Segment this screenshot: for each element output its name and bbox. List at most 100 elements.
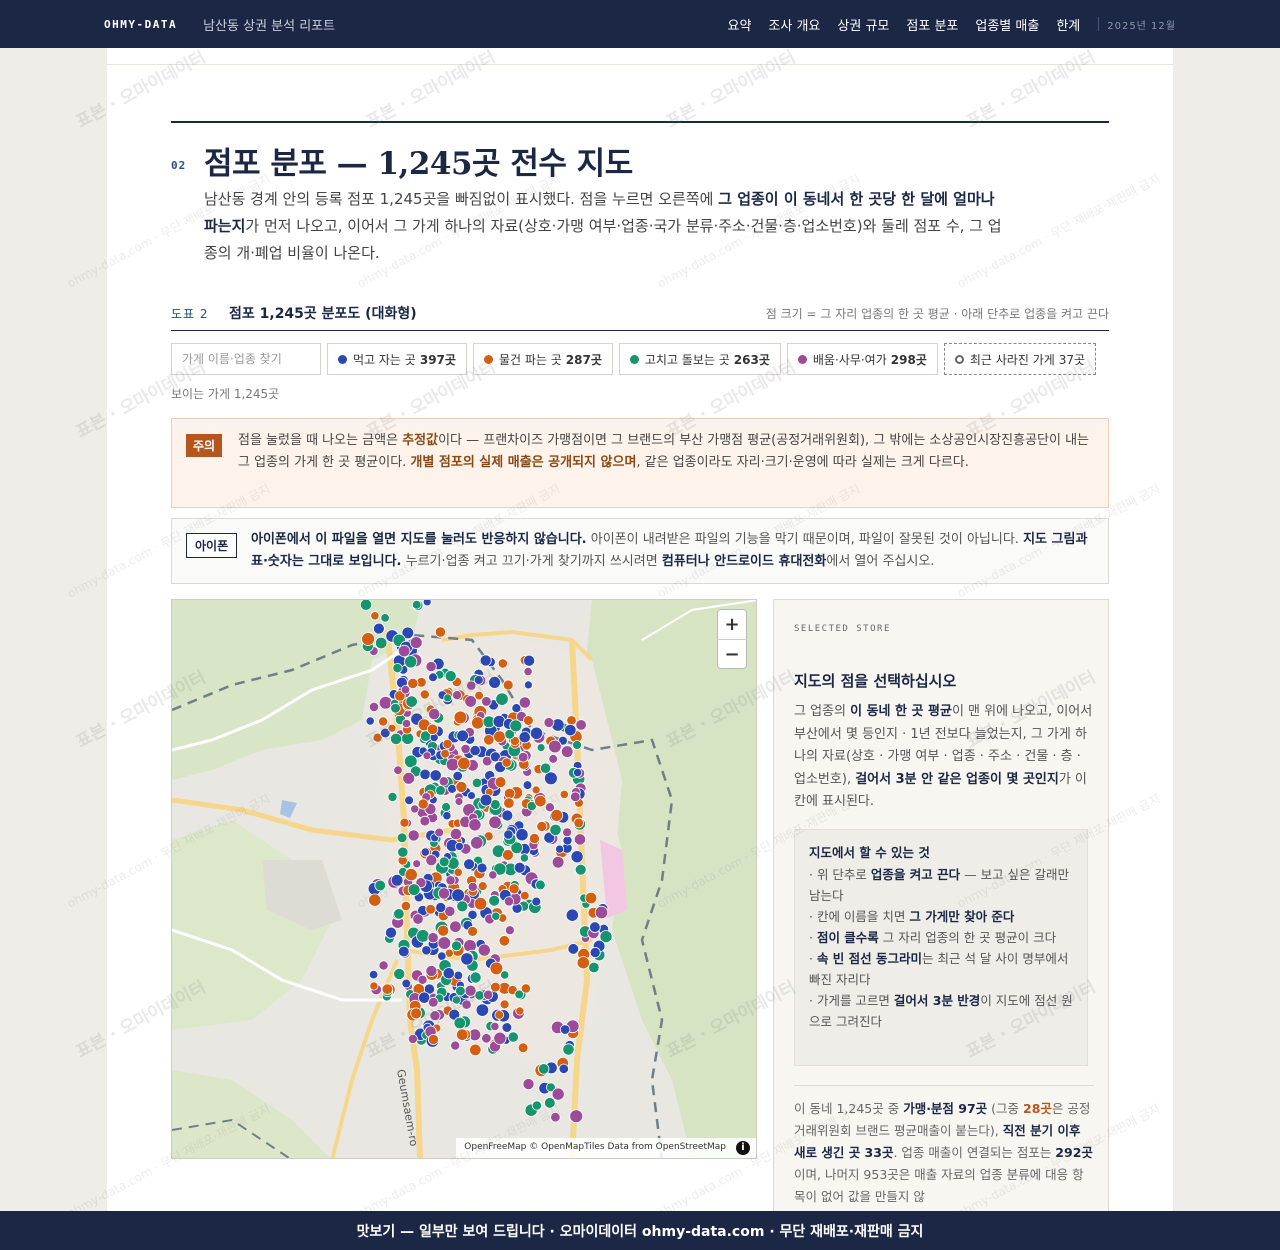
store-marker[interactable] (493, 1031, 507, 1045)
store-marker[interactable] (427, 932, 439, 944)
store-marker[interactable] (474, 990, 485, 1001)
store-marker[interactable] (412, 859, 422, 869)
store-marker[interactable] (562, 1043, 575, 1056)
store-marker[interactable] (437, 924, 450, 937)
store-marker[interactable] (390, 732, 403, 745)
store-marker[interactable] (575, 719, 587, 731)
store-marker[interactable] (440, 748, 450, 759)
store-marker[interactable] (435, 785, 446, 796)
store-marker[interactable] (374, 879, 387, 892)
store-marker[interactable] (455, 985, 466, 997)
store-marker[interactable] (378, 716, 389, 727)
store-marker[interactable] (425, 854, 438, 867)
store-marker[interactable] (589, 946, 601, 958)
store-marker[interactable] (523, 715, 534, 726)
store-marker[interactable] (491, 911, 501, 921)
store-marker[interactable] (543, 1097, 556, 1109)
store-marker[interactable] (589, 921, 601, 933)
store-marker[interactable] (562, 827, 573, 838)
store-marker[interactable] (488, 676, 502, 689)
store-marker[interactable] (451, 940, 462, 952)
filter-chip-education-office-leisure[interactable]: 배움·사무·여가 298곳 (786, 343, 938, 375)
store-marker[interactable] (562, 835, 573, 846)
store-marker[interactable] (456, 900, 469, 913)
store-marker[interactable] (456, 729, 469, 743)
store-marker[interactable] (437, 887, 451, 900)
store-marker[interactable] (372, 622, 385, 635)
store-marker[interactable] (429, 769, 442, 782)
store-marker[interactable] (393, 967, 406, 980)
store-marker[interactable] (422, 600, 432, 607)
store-marker[interactable] (445, 757, 460, 772)
store-marker[interactable] (401, 978, 412, 989)
store-marker[interactable] (425, 660, 437, 673)
store-marker[interactable] (477, 943, 491, 957)
store-marker[interactable] (400, 684, 411, 695)
nav-link-sales-by-industry[interactable]: 업종별 매출 (975, 15, 1039, 34)
store-marker[interactable] (501, 809, 514, 822)
store-marker[interactable] (573, 817, 585, 829)
store-marker[interactable] (523, 654, 536, 667)
store-marker[interactable] (368, 893, 382, 907)
store-marker[interactable] (549, 823, 562, 836)
map-canvas[interactable]: Geumsaem-ro (172, 600, 757, 1159)
store-marker[interactable] (437, 951, 447, 961)
store-marker[interactable] (539, 762, 552, 774)
store-marker[interactable] (501, 757, 512, 768)
store-marker[interactable] (574, 863, 587, 876)
store-marker[interactable] (499, 999, 510, 1010)
store-marker[interactable] (576, 956, 590, 970)
store-marker[interactable] (390, 702, 401, 714)
store-marker[interactable] (452, 770, 463, 782)
store-marker[interactable] (410, 804, 420, 814)
store-marker[interactable] (560, 745, 574, 758)
store-marker[interactable] (469, 971, 482, 984)
store-marker[interactable] (434, 626, 446, 638)
store-marker[interactable] (470, 836, 484, 850)
store-marker[interactable] (463, 858, 476, 871)
store-marker[interactable] (566, 715, 577, 726)
store-marker[interactable] (572, 740, 582, 750)
store-marker[interactable] (451, 888, 465, 902)
store-marker[interactable] (489, 961, 504, 976)
store-marker[interactable] (427, 1033, 439, 1045)
store-marker[interactable] (469, 745, 481, 757)
store-marker[interactable] (449, 828, 463, 841)
store-marker[interactable] (384, 926, 397, 939)
store-marker[interactable] (417, 974, 428, 985)
store-marker[interactable] (411, 600, 422, 610)
filter-chip-retail[interactable]: 물건 파는 곳 287곳 (472, 343, 613, 375)
store-marker[interactable] (435, 901, 447, 913)
store-marker[interactable] (522, 1078, 535, 1091)
store-marker[interactable] (396, 832, 408, 844)
store-marker[interactable] (429, 1010, 441, 1022)
store-marker[interactable] (454, 797, 464, 806)
store-marker[interactable] (442, 811, 452, 821)
store-marker[interactable] (404, 868, 418, 882)
store-marker[interactable] (409, 636, 423, 649)
store-marker[interactable] (469, 1043, 482, 1057)
store-marker[interactable] (400, 900, 411, 911)
store-marker[interactable] (410, 1007, 423, 1020)
store-marker[interactable] (461, 999, 472, 1010)
store-marker[interactable] (479, 793, 493, 807)
store-marker[interactable] (442, 738, 453, 749)
store-marker[interactable] (397, 846, 409, 858)
store-marker[interactable] (503, 896, 515, 907)
store-marker[interactable] (522, 780, 533, 790)
store-marker[interactable] (437, 936, 452, 950)
store-marker[interactable] (559, 789, 569, 799)
store-marker[interactable] (488, 870, 498, 880)
store-marker[interactable] (419, 815, 431, 827)
store-marker[interactable] (427, 996, 439, 1008)
store-marker[interactable] (536, 743, 546, 753)
store-marker[interactable] (536, 820, 548, 832)
store-marker[interactable] (477, 881, 488, 892)
store-marker[interactable] (407, 1033, 418, 1044)
store-marker[interactable] (407, 883, 421, 896)
store-marker[interactable] (407, 829, 420, 842)
store-marker[interactable] (550, 1112, 561, 1123)
store-marker[interactable] (457, 756, 471, 771)
store-marker[interactable] (426, 723, 439, 736)
store-marker[interactable] (416, 929, 430, 943)
